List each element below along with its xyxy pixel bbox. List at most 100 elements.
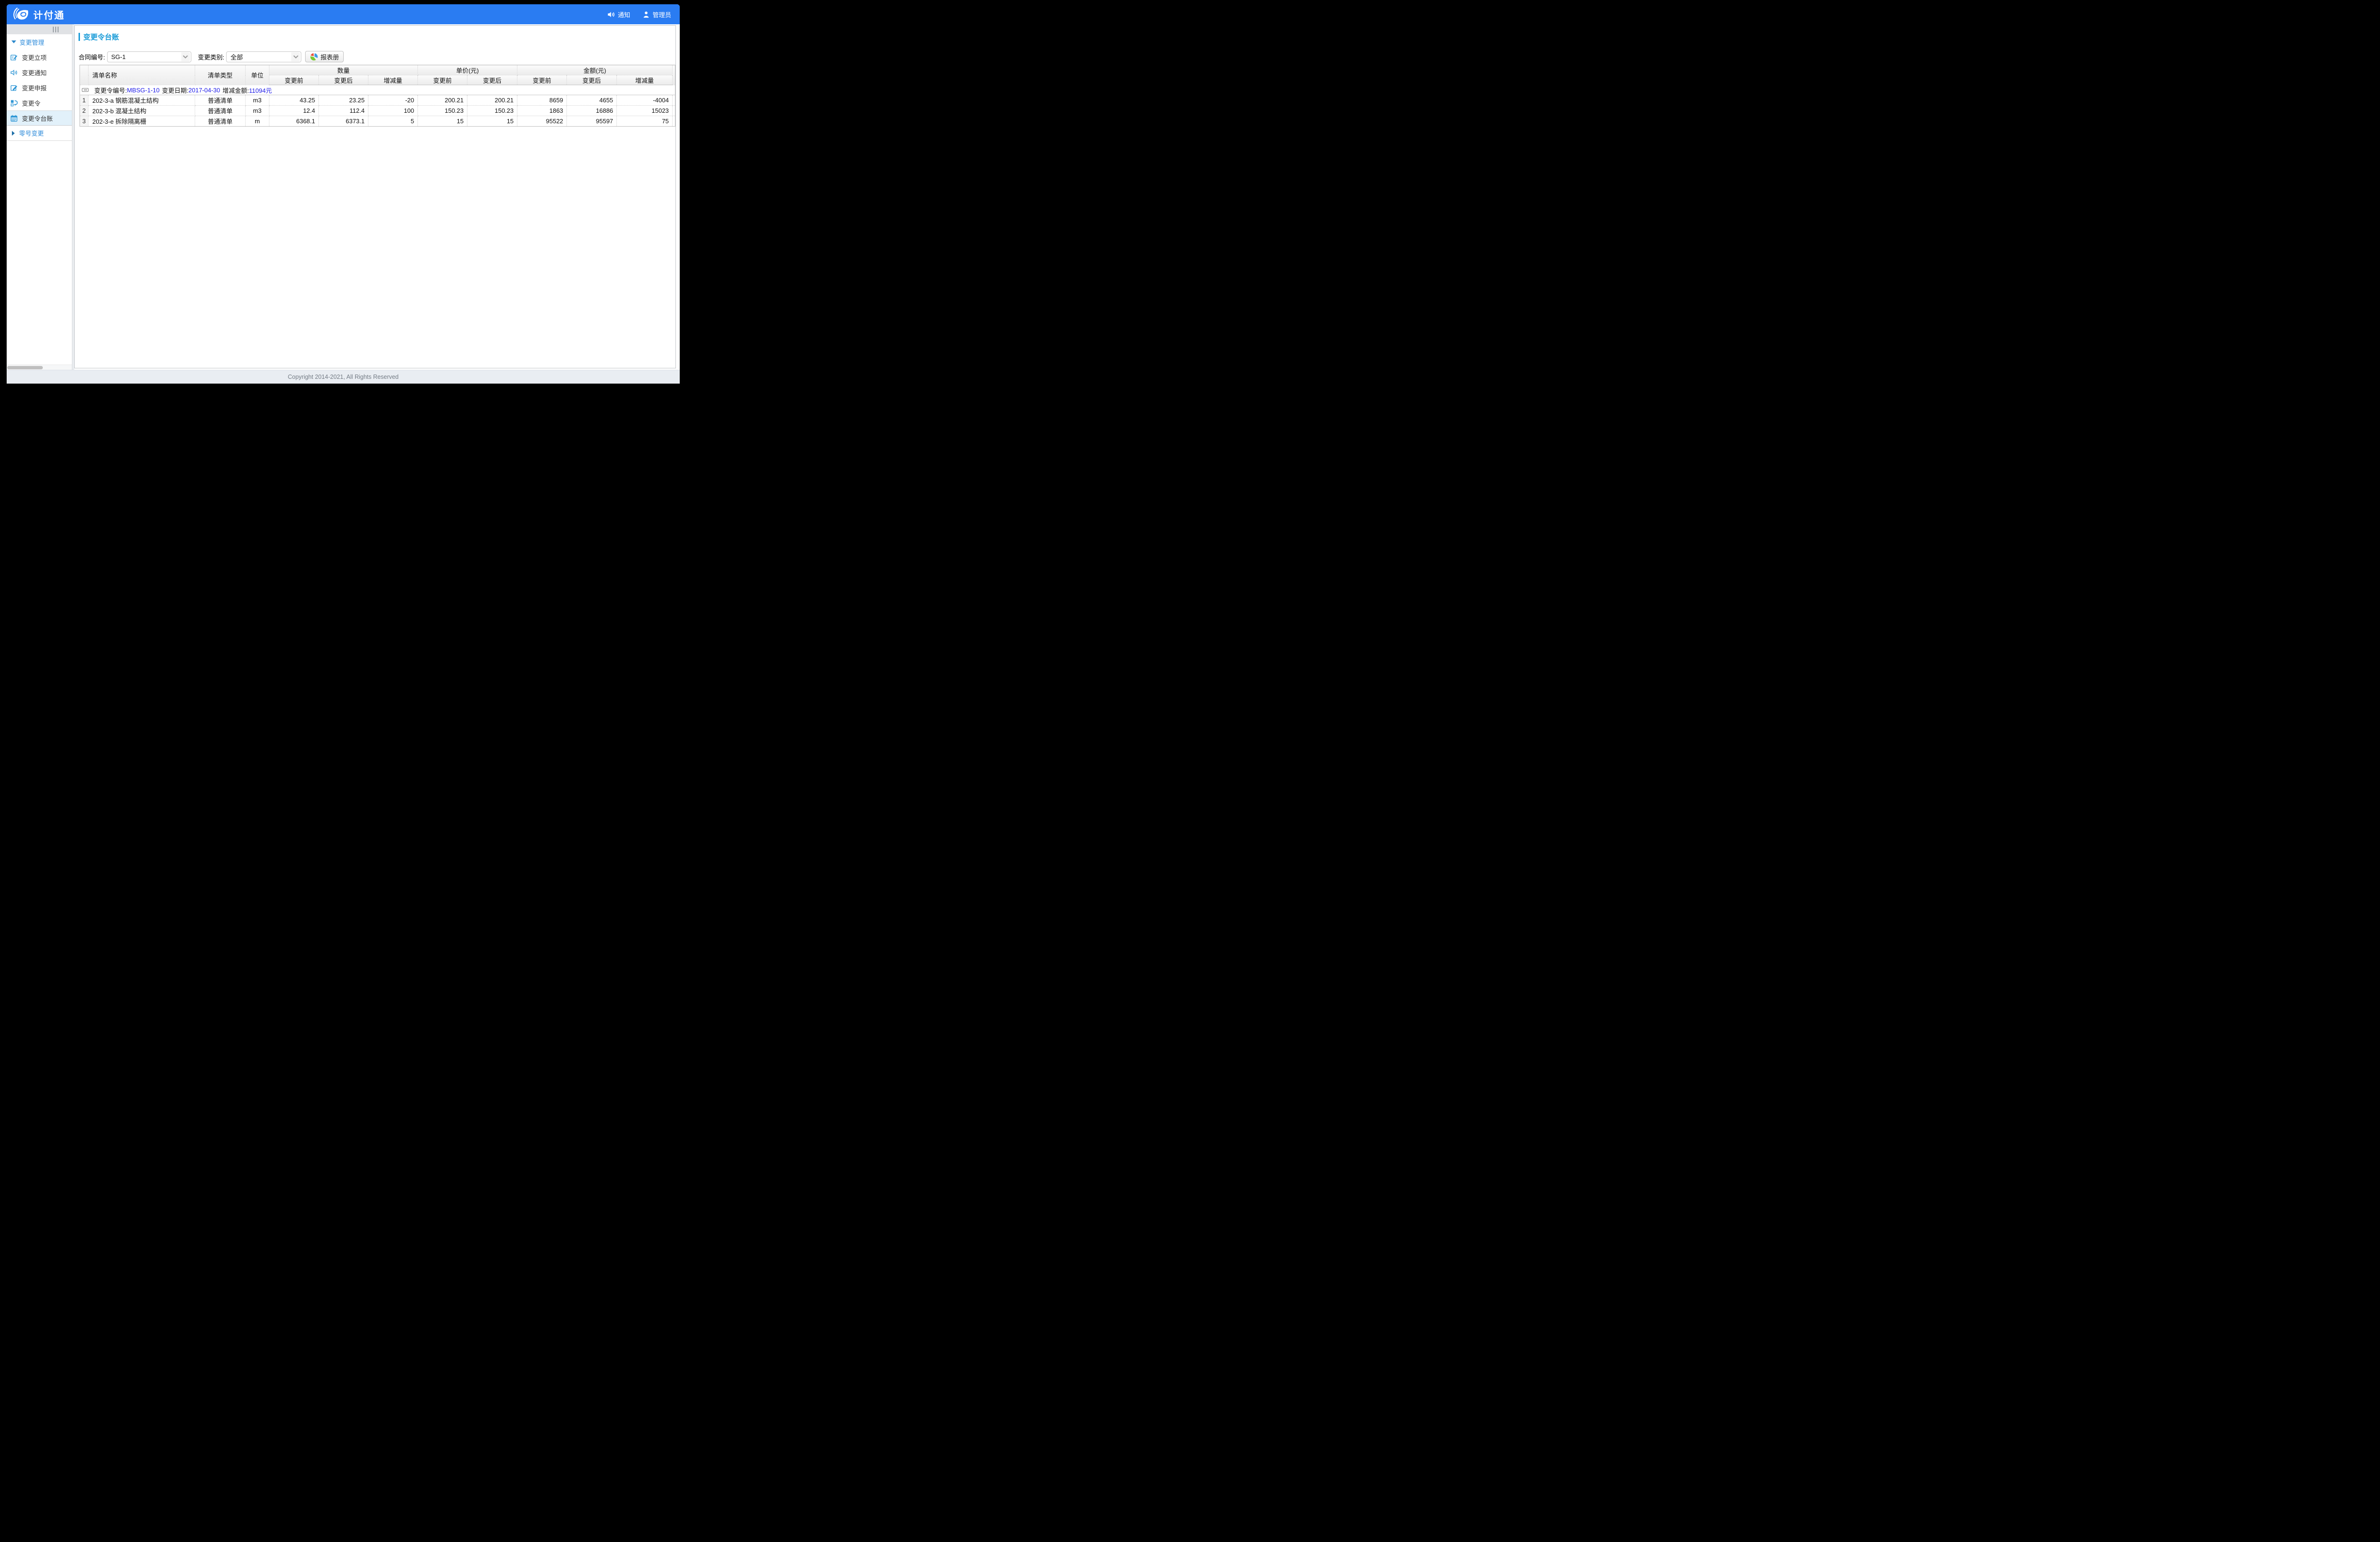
change-date-value: 2017-04-30 [188,87,220,94]
sidebar-group-zero-change[interactable]: 零号变更 [7,126,72,141]
screen: { "app": { "title": "计付通", "notification… [0,0,685,386]
col-header-qty-after: 变更后 [319,75,368,85]
report-button-label: 报表册 [320,52,339,61]
group-row: 变更令编号:MBSG-1-10 变更日期:2017-04-30 增减金额:110… [80,85,675,95]
sidebar-item-label: 变更令台账 [22,114,53,123]
item-unit: m3 [246,95,269,106]
item-type: 普通清单 [195,116,246,127]
swap-squares-icon [10,99,18,107]
calendar-icon [10,115,18,122]
sidebar-resize-grip[interactable] [7,24,72,34]
price-before: 150.23 [418,106,467,116]
table-row[interactable]: 2 202-3-b 混凝土结构 普通清单 m3 12.4 112.4 100 1… [80,106,675,116]
col-header-amt-delta: 增减量 [617,75,673,85]
filler-cell [673,116,675,127]
logo-icon [12,7,30,22]
qty-delta: -20 [368,95,418,106]
ledger-table: 清单名称 清单类型 单位 数量 单价(元) 金额(元) 变更前 变更后 增减量 [79,65,675,127]
col-header-amt-before: 变更前 [517,75,567,85]
sidebar-item-change-order-ledger[interactable]: 变更令台账 [7,110,72,126]
contract-select[interactable]: SG-1 [107,51,191,62]
notifications-button[interactable]: 通知 [607,10,630,19]
col-header-filler [673,65,675,85]
col-header-name: 清单名称 [89,65,195,85]
col-header-price-before: 变更前 [418,75,467,85]
change-order-link[interactable]: MBSG-1-10 [127,87,160,94]
change-date-label: 变更日期: [162,86,188,95]
delta-amount-label: 增减金额: [222,86,249,95]
amt-delta: 75 [617,116,673,127]
category-select-value: 全部 [230,52,291,61]
sidebar-item-label: 变更令 [22,99,40,108]
sidebar-item-label: 变更通知 [22,68,47,77]
sidebar-item-change-order[interactable]: 变更令 [7,95,72,110]
amt-before: 95522 [517,116,567,127]
main-area: 变更令台账 合同编号: SG-1 变更类别: 全部 [74,24,680,370]
sidebar-item-change-initiation[interactable]: 变更立项 [7,49,72,65]
row-number: 3 [80,116,89,127]
col-header-unit: 单位 [246,65,269,85]
sidebar-item-change-notice[interactable]: 变更通知 [7,65,72,80]
amt-after: 16886 [567,106,617,116]
notifications-label: 通知 [618,10,630,19]
qty-after: 6373.1 [319,116,368,127]
page-title: 变更令台账 [83,32,119,42]
chevron-down-icon [291,52,300,61]
page-title-block: 变更令台账 [79,32,675,42]
table-row[interactable]: 1 202-3-a 钢筋混凝土结构 普通清单 m3 43.25 23.25 -2… [80,95,675,106]
title-accent-bar [79,33,80,41]
user-label: 管理员 [653,10,671,19]
content-area: 变更管理 变更立项 变更通知 [7,24,680,370]
qty-delta: 5 [368,116,418,127]
scrollbar-thumb[interactable] [7,366,43,369]
caret-down-icon [11,40,16,43]
filter-bar: 合同编号: SG-1 变更类别: 全部 [79,51,675,62]
footer: Copyright 2014-2021, All Rights Reserved [7,370,680,384]
category-select[interactable]: 全部 [226,51,301,62]
sidebar: 变更管理 变更立项 变更通知 [7,24,72,370]
sidebar-group-label: 变更管理 [20,38,44,47]
qty-after: 112.4 [319,106,368,116]
filler-cell [673,106,675,116]
qty-before: 43.25 [269,95,319,106]
col-header-price-after: 变更后 [467,75,517,85]
app-title: 计付通 [33,8,65,21]
col-header-qty-before: 变更前 [269,75,319,85]
report-book-button[interactable]: 报表册 [305,51,344,62]
qty-after: 23.25 [319,95,368,106]
col-group-quantity: 数量 [269,65,418,75]
chevron-down-icon [181,52,190,61]
speaker-icon [607,11,615,18]
filler-cell [673,95,675,106]
app-window: 计付通 通知 管理员 变更管理 [7,4,680,384]
sidebar-group-change-management[interactable]: 变更管理 [7,34,72,49]
sidebar-item-label: 变更申报 [22,83,47,92]
main-panel: 变更令台账 合同编号: SG-1 变更类别: 全部 [74,25,676,368]
pie-chart-icon [310,53,318,61]
amt-before: 8659 [517,95,567,106]
app-header: 计付通 通知 管理员 [7,4,680,24]
row-number: 2 [80,106,89,116]
amt-after: 4655 [567,95,617,106]
delta-amount-value: 11094元 [249,86,272,95]
qty-before: 12.4 [269,106,319,116]
sidebar-horizontal-scrollbar[interactable] [7,365,72,370]
price-before: 15 [418,116,467,127]
table-row[interactable]: 3 202-3-e 拆除隔离栅 普通清单 m 6368.1 6373.1 5 1… [80,116,675,127]
col-header-rownum [80,65,89,85]
item-unit: m3 [246,106,269,116]
row-number: 1 [80,95,89,106]
user-menu[interactable]: 管理员 [643,10,671,19]
copyright-text: Copyright 2014-2021, All Rights Reserved [288,374,399,380]
category-label: 变更类别: [198,52,225,61]
contract-label: 合同编号: [79,52,105,61]
sidebar-group-label: 零号变更 [19,128,44,138]
collapse-toggle-icon[interactable] [82,88,89,92]
item-unit: m [246,116,269,127]
sidebar-item-change-declaration[interactable]: 变更申报 [7,80,72,95]
qty-delta: 100 [368,106,418,116]
sidebar-empty-space [7,141,72,365]
item-type: 普通清单 [195,95,246,106]
amt-delta: 15023 [617,106,673,116]
col-group-unit-price: 单价(元) [418,65,517,75]
